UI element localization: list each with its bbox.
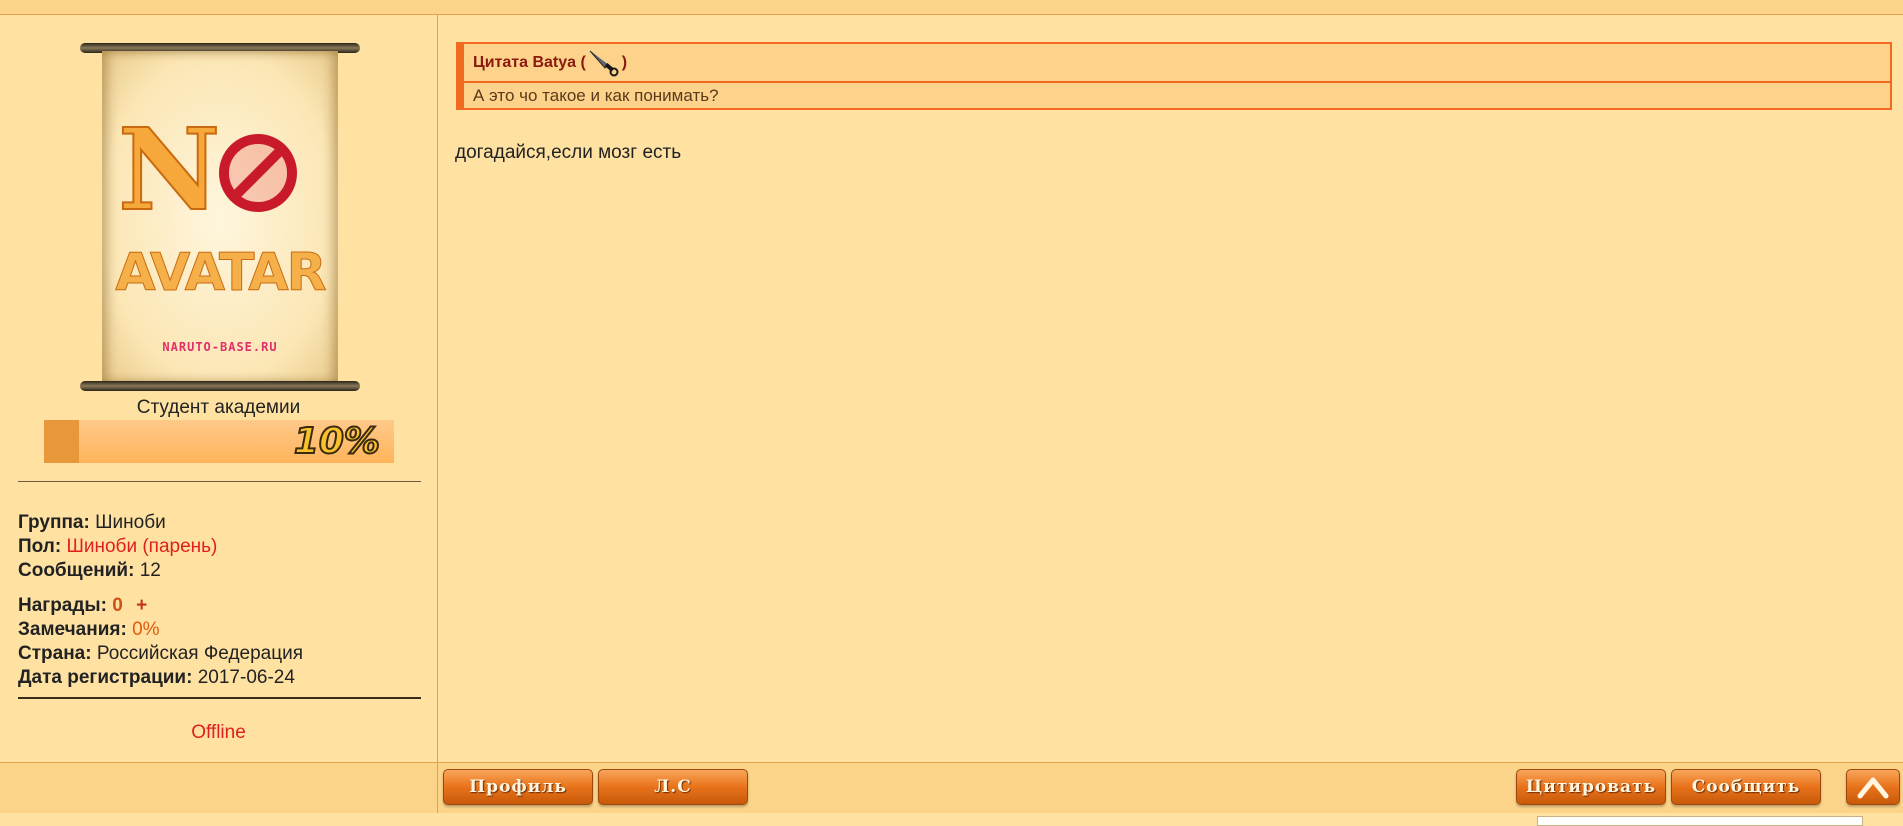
scroll-rod-bottom: [80, 381, 360, 391]
scroll-top-button[interactable]: [1846, 769, 1900, 805]
rank-title: Студент академии: [136, 397, 301, 418]
group-value: Шиноби: [95, 512, 166, 533]
rank-progress-label: 10%: [293, 420, 381, 463]
warnings-label: Замечания:: [18, 619, 127, 640]
prohibited-icon: [219, 134, 297, 212]
info-warnings: Замечания: 0%: [18, 618, 160, 642]
posts-value: 12: [139, 560, 161, 581]
post-body: догадайся,если мозг есть: [455, 142, 682, 163]
registration-value: 2017-06-24: [197, 667, 295, 688]
divider: [18, 697, 421, 699]
country-label: Страна:: [18, 643, 92, 664]
gender-value: Шиноби (парень): [66, 536, 218, 557]
registration-label: Дата регистрации:: [18, 667, 193, 688]
report-button[interactable]: Сообщить: [1671, 769, 1821, 805]
info-awards: Награды: 0 +: [18, 594, 147, 618]
gender-label: Пол:: [18, 536, 62, 557]
rank-progress-fill: [44, 420, 79, 463]
footer-input-edge: [1537, 816, 1863, 826]
info-gender: Пол: Шиноби (парень): [18, 535, 217, 559]
info-registration: Дата регистрации: 2017-06-24: [18, 666, 295, 690]
top-bar: [0, 0, 1903, 15]
post-content: Цитата Batya ( ) А это чо такое и как по…: [438, 15, 1903, 762]
info-country: Страна: Российская Федерация: [18, 642, 303, 666]
quote-author-suffix: ): [621, 53, 628, 71]
quote-author: Цитата Batya (: [473, 53, 586, 71]
kunai-icon: [589, 50, 619, 76]
divider: [437, 763, 438, 813]
awards-label: Награды:: [18, 595, 107, 616]
quote-header: Цитата Batya ( ): [464, 44, 1890, 83]
awards-value[interactable]: 0: [112, 595, 123, 616]
quote-text: А это чо такое и как понимать?: [473, 85, 719, 105]
country-value: Российская Федерация: [96, 643, 304, 664]
warnings-value[interactable]: 0%: [132, 619, 159, 640]
posts-label: Сообщений:: [18, 560, 135, 581]
info-group: Группа: Шиноби: [18, 511, 166, 535]
add-award-button[interactable]: +: [136, 595, 147, 616]
group-label: Группа:: [18, 512, 90, 533]
status-badge: Offline: [191, 722, 246, 743]
rank-progress-bar: 10%: [44, 420, 394, 463]
profile-button[interactable]: Профиль: [443, 769, 593, 805]
quote-block: Цитата Batya ( ) А это чо такое и как по…: [456, 42, 1892, 110]
private-message-button[interactable]: Л.С: [598, 769, 748, 805]
post-actions-bar: Профиль Л.С Цитировать Сообщить: [0, 762, 1903, 814]
avatar-letter-n: N: [117, 105, 221, 236]
avatar-word: AVATAR: [115, 243, 327, 304]
divider: [18, 481, 421, 482]
info-posts: Сообщений: 12: [18, 559, 161, 583]
avatar: N AVATAR NARUTO-BASE.RU: [80, 43, 360, 391]
arrow-up-icon: [1857, 777, 1889, 799]
avatar-site-text: NARUTO-BASE.RU: [162, 340, 278, 354]
user-info-panel: N AVATAR NARUTO-BASE.RU Студент академии…: [0, 15, 438, 762]
quote-button[interactable]: Цитировать: [1516, 769, 1666, 805]
